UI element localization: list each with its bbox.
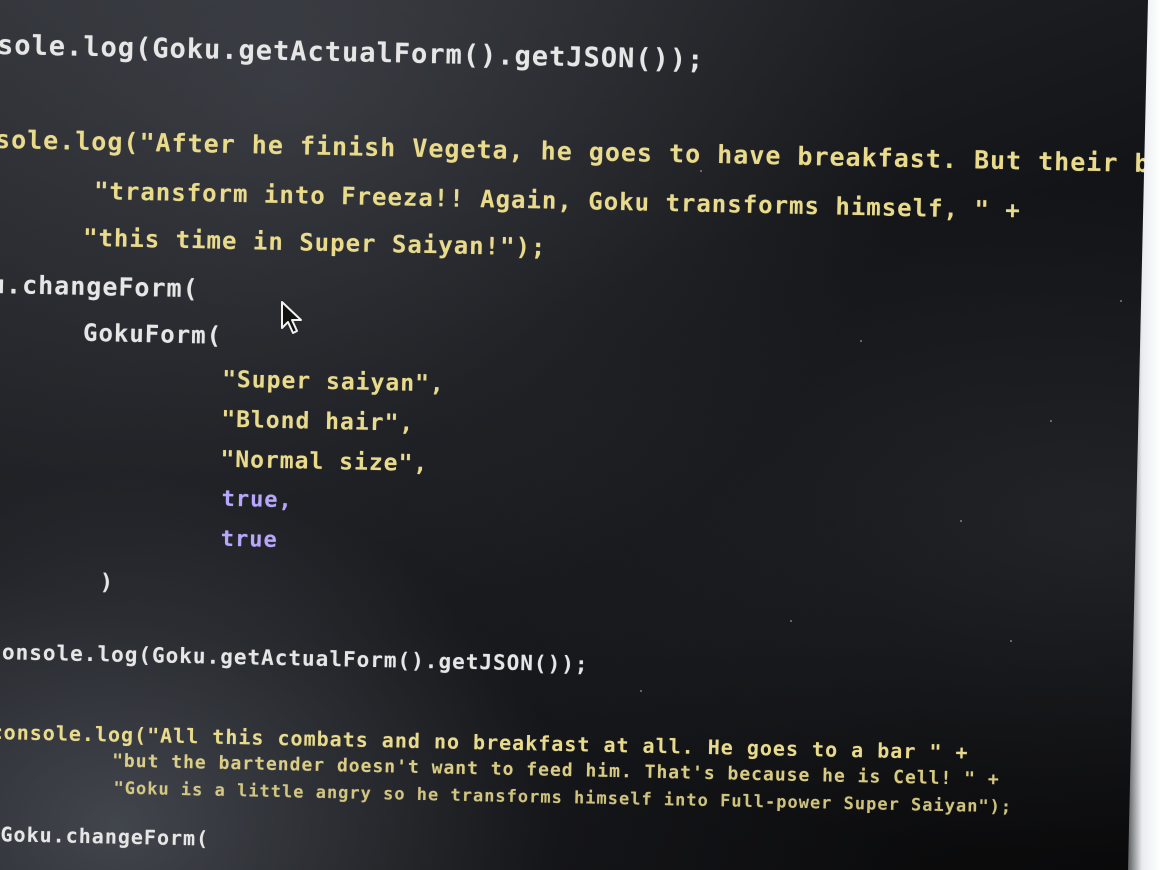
code-line-13: ;	[0, 607, 4, 634]
code-line-10: true,	[221, 486, 294, 514]
code-line-18: Goku.changeForm(	[0, 822, 210, 851]
code-editor: sole.log(Goku.getActualForm().getJSON())…	[0, 0, 1160, 870]
dust-speck	[860, 340, 862, 342]
code-line-4: "this time in Super Saiyan!");	[82, 223, 547, 262]
dust-speck	[1050, 420, 1052, 422]
code-line-14: console.log(Goku.getActualForm().getJSON…	[0, 639, 589, 677]
mouse-pointer-icon	[281, 301, 302, 334]
code-line-7: "Super saiyan",	[221, 366, 446, 398]
code-line-3: "transform into Freeza!! Again, Goku tra…	[93, 177, 1022, 225]
code-line-1: sole.log(Goku.getActualForm().getJSON())…	[0, 29, 705, 76]
code-line-6: GokuForm(	[82, 318, 223, 350]
code-line-2: sole.log("After he finish Vegeta, he goe…	[0, 124, 1160, 181]
code-line-9: "Normal size",	[220, 446, 429, 478]
dust-speck	[960, 520, 962, 522]
dust-speck	[1010, 640, 1012, 642]
dust-speck	[1120, 300, 1122, 302]
code-line-5: u.changeForm(	[0, 269, 199, 304]
code-line-11: true	[220, 526, 278, 553]
dust-speck	[790, 620, 792, 622]
dust-speck	[700, 170, 702, 172]
code-line-8: "Blond hair",	[220, 406, 415, 437]
code-line-12: )	[99, 570, 115, 596]
dust-speck	[640, 690, 642, 692]
monitor-screen: sole.log(Goku.getActualForm().getJSON())…	[0, 0, 1160, 870]
